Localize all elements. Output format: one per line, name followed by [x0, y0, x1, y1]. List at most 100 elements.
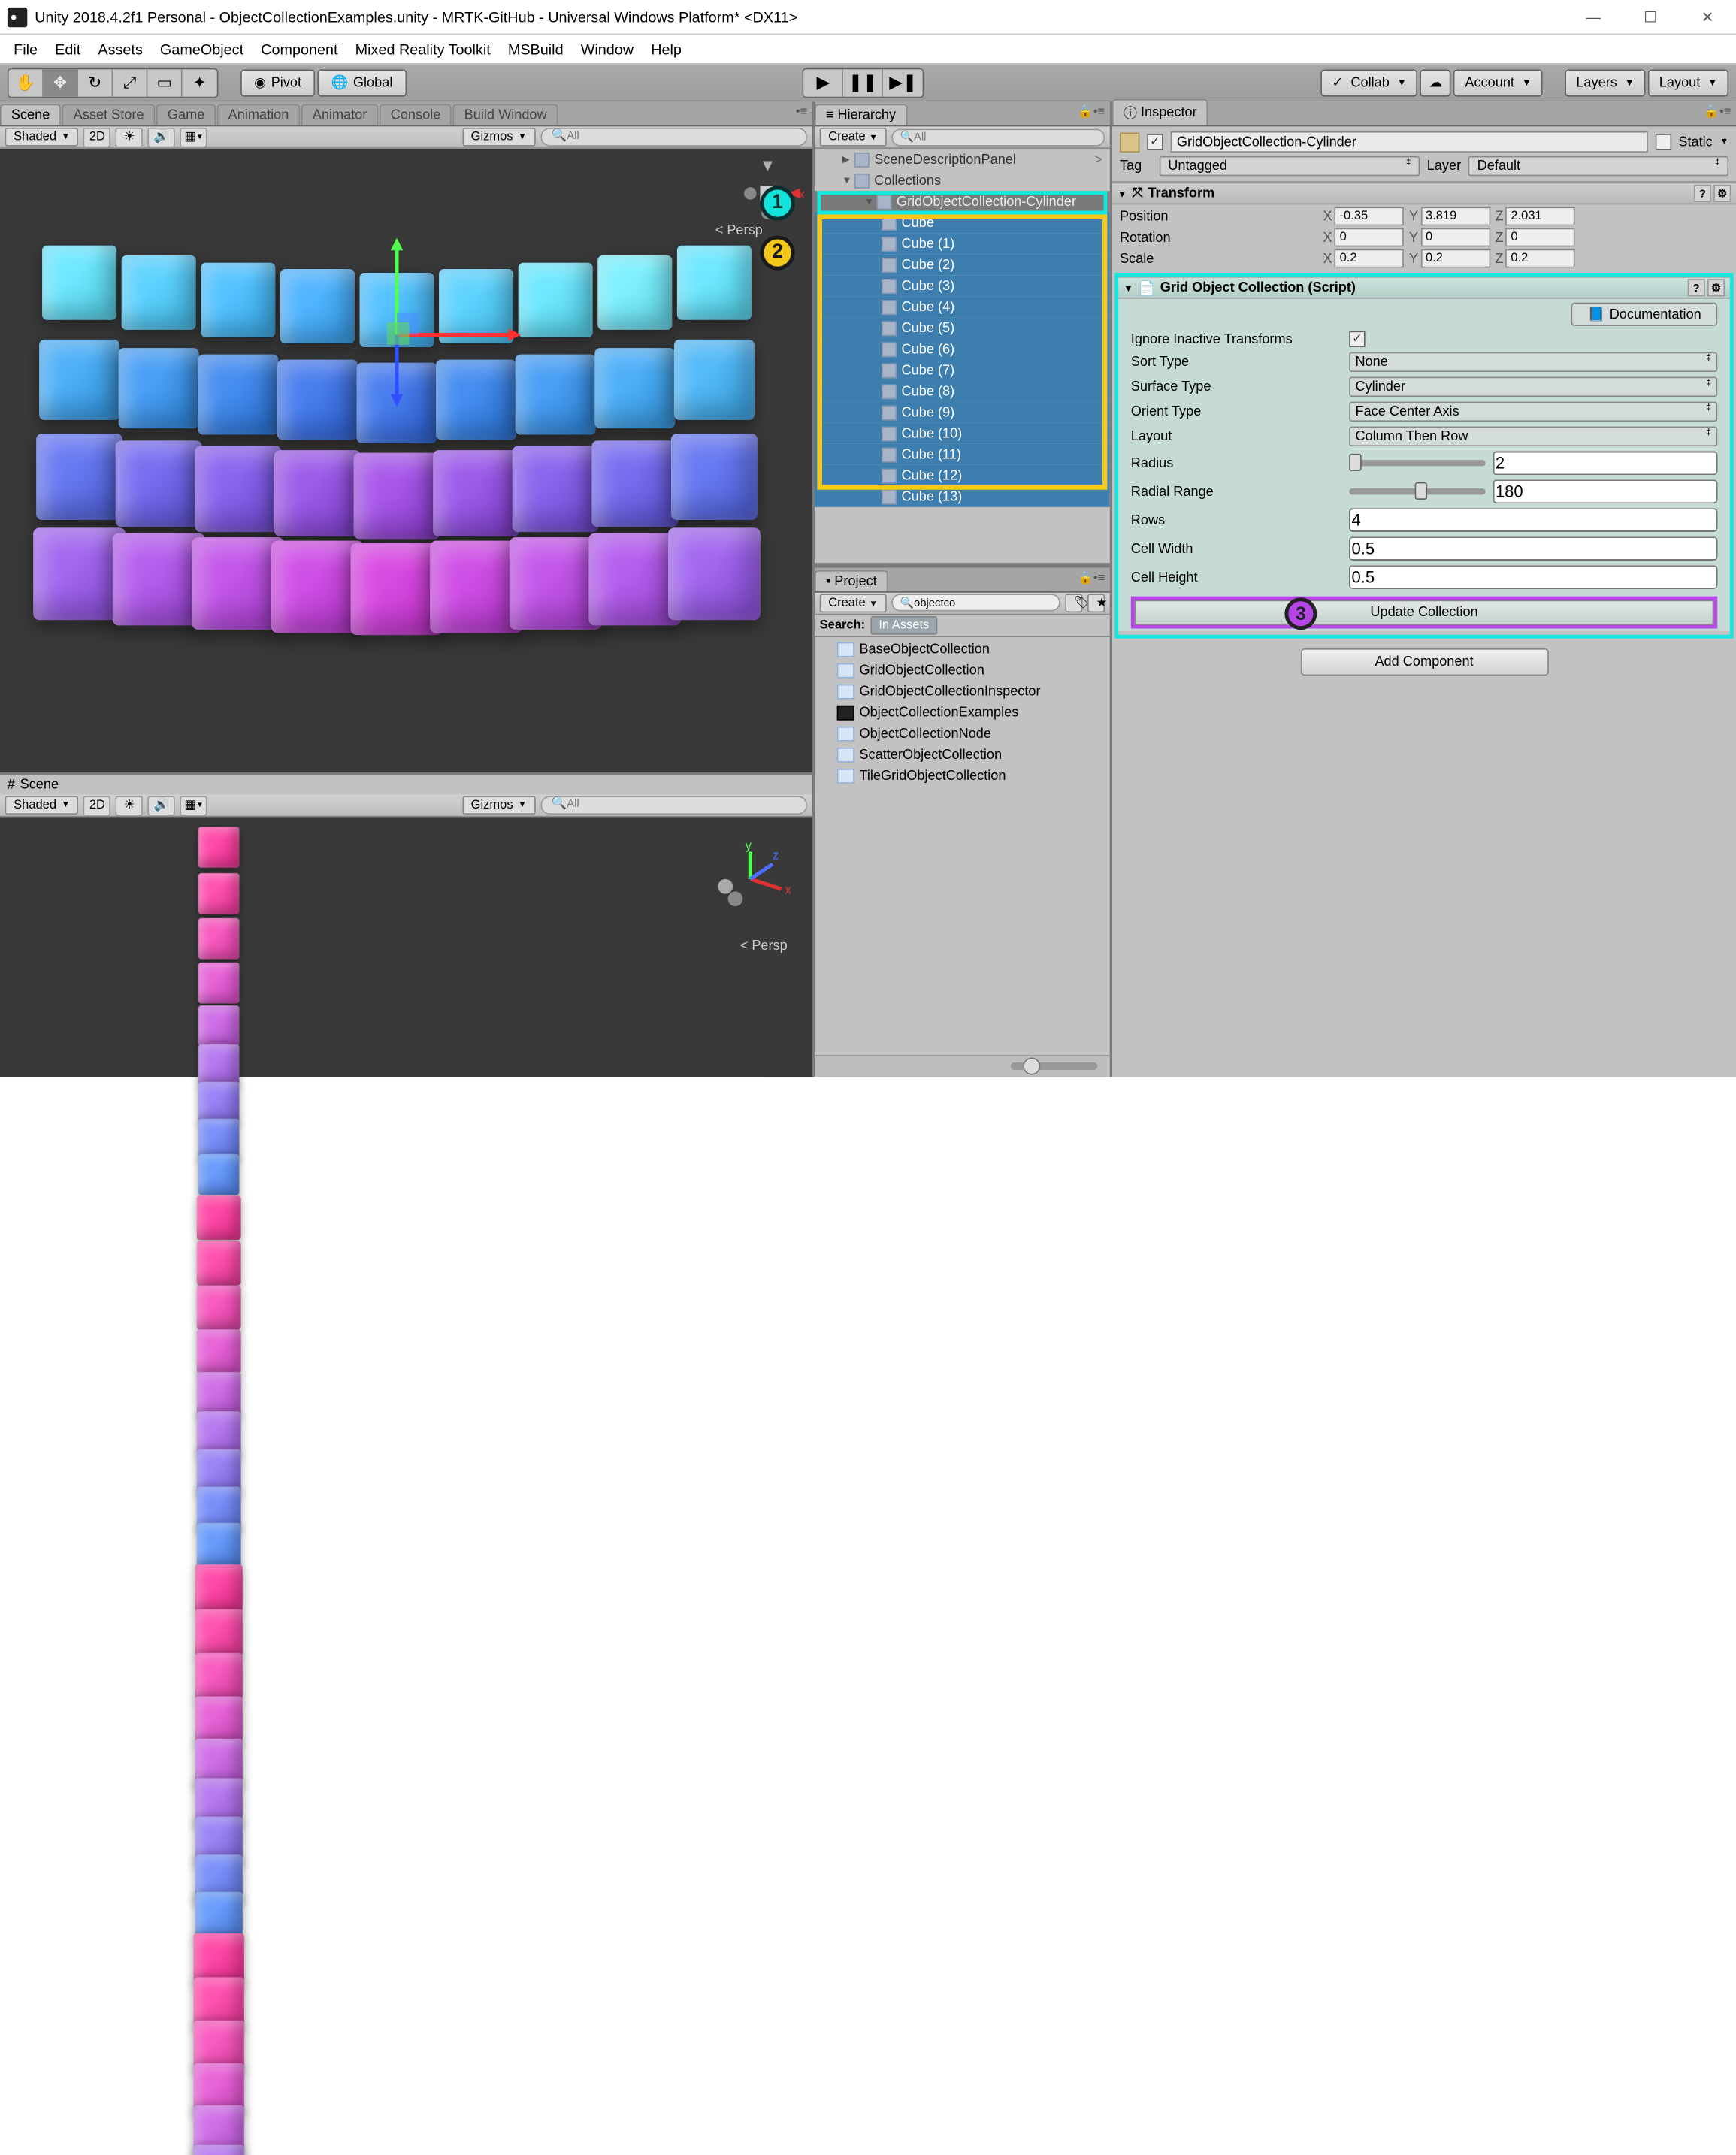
scene2-gizmo-icon[interactable]: x y z [713, 842, 800, 916]
cell-height-input[interactable] [1349, 565, 1717, 588]
global-toggle-button[interactable]: 🌐 Global [318, 69, 407, 96]
play-button[interactable]: ▶ [804, 69, 844, 96]
menu-assets[interactable]: Assets [89, 37, 152, 62]
collab-button[interactable]: ✓ Collab▼ [1320, 69, 1417, 96]
hierarchy-item[interactable]: Cube (1) [815, 233, 1110, 254]
hierarchy-item[interactable]: Cube (4) [815, 296, 1110, 317]
gameobject-active-checkbox[interactable]: ✓ [1147, 134, 1163, 150]
update-collection-button[interactable]: 3 Update Collection [1135, 600, 1714, 625]
layers-dropdown[interactable]: Layers▼ [1565, 69, 1645, 96]
hierarchy-item[interactable]: ▼Collections [815, 170, 1110, 191]
hierarchy-item[interactable]: Cube (6) [815, 338, 1110, 359]
window-maximize-button[interactable]: ☐ [1622, 0, 1679, 34]
menu-gameobject[interactable]: GameObject [151, 37, 252, 62]
scene2-search-input[interactable]: 🔍All [540, 796, 807, 815]
tab-game[interactable]: Game [156, 104, 216, 125]
scene2-shading-dropdown[interactable]: Shaded▼ [5, 796, 79, 815]
hierarchy-tree[interactable]: ▶SceneDescriptionPanel>▼Collections▼Grid… [815, 149, 1110, 562]
hierarchy-options-icon[interactable]: 🔒•≡ [1078, 105, 1105, 119]
menu-help[interactable]: Help [643, 37, 691, 62]
rotation-z-input[interactable] [1506, 228, 1575, 247]
project-item[interactable]: GridObjectCollection [822, 660, 1102, 682]
orient-type-dropdown[interactable]: Face Center Axis‡ [1349, 402, 1717, 422]
scene2-2d-button[interactable]: 2D [83, 795, 110, 815]
radius-slider[interactable] [1349, 460, 1486, 466]
scale-tool-button[interactable]: ⤢ [113, 69, 147, 96]
window-close-button[interactable]: ✕ [1679, 0, 1736, 34]
scale-z-input[interactable] [1506, 249, 1575, 268]
hierarchy-item[interactable]: Cube (8) [815, 381, 1110, 402]
position-z-input[interactable] [1506, 207, 1575, 226]
lighting-toggle-button[interactable]: ☀ [116, 127, 143, 147]
hierarchy-item[interactable]: Cube (11) [815, 444, 1110, 465]
static-checkbox[interactable] [1655, 134, 1671, 150]
menu-component[interactable]: Component [253, 37, 346, 62]
project-options-icon[interactable]: 🔒•≡ [1078, 571, 1105, 585]
gameobject-name-input[interactable] [1171, 131, 1648, 153]
scale-x-input[interactable] [1335, 249, 1404, 268]
scene2-audio-button[interactable]: 🔊 [148, 795, 175, 815]
rect-tool-button[interactable]: ▭ [147, 69, 182, 96]
documentation-button[interactable]: 📘 Documentation [1571, 303, 1717, 326]
add-component-button[interactable]: Add Component [1300, 648, 1548, 676]
position-x-input[interactable] [1335, 207, 1404, 226]
layout-dropdown-field[interactable]: Column Then Row‡ [1349, 427, 1717, 446]
inspector-options-icon[interactable]: 🔒•≡ [1704, 105, 1731, 119]
tab-scene[interactable]: Scene [0, 104, 61, 125]
goc-docs-icon[interactable]: ? [1688, 279, 1705, 296]
radial-slider[interactable] [1349, 488, 1486, 494]
scene-viewport[interactable]: x < Persp 1 2 [0, 149, 812, 772]
scene2-lighting-button[interactable]: ☀ [116, 795, 143, 815]
position-y-input[interactable] [1420, 207, 1490, 226]
account-dropdown[interactable]: Account▼ [1454, 69, 1543, 96]
project-item[interactable]: ObjectCollectionExamples [822, 703, 1102, 724]
project-zoom-slider[interactable] [1011, 1062, 1098, 1070]
component-settings-icon[interactable]: ⚙ [1713, 185, 1731, 202]
menu-file[interactable]: File [5, 37, 47, 62]
scene-search-input[interactable]: 🔍All [540, 128, 807, 147]
window-minimize-button[interactable]: — [1565, 0, 1622, 34]
tab-options-icon[interactable]: •≡ [796, 105, 807, 119]
tab-animation[interactable]: Animation [217, 104, 300, 125]
rows-input[interactable] [1349, 509, 1717, 532]
hierarchy-item[interactable]: ▶SceneDescriptionPanel> [815, 149, 1110, 170]
ignore-inactive-checkbox[interactable]: ✓ [1349, 331, 1365, 347]
pause-button[interactable]: ❚❚ [844, 69, 884, 96]
search-type-icon[interactable]: ★ [1087, 594, 1105, 612]
hierarchy-item[interactable]: Cube (12) [815, 465, 1110, 486]
goc-component-header[interactable]: ▼📄 Grid Object Collection (Script) ?⚙ [1118, 277, 1729, 299]
static-dropdown-icon[interactable]: ▼ [1720, 138, 1728, 147]
rotate-tool-button[interactable]: ↻ [78, 69, 113, 96]
tab-asset-store[interactable]: Asset Store [62, 104, 156, 125]
project-scope-button[interactable]: In Assets [870, 615, 938, 634]
tab-build-window[interactable]: Build Window [453, 104, 558, 125]
hierarchy-item[interactable]: Cube (9) [815, 402, 1110, 423]
audio-toggle-button[interactable]: 🔊 [148, 127, 175, 147]
hierarchy-item[interactable]: Cube (2) [815, 254, 1110, 275]
scene2-fx-button[interactable]: ▦▼ [180, 795, 207, 815]
hierarchy-item[interactable]: Cube (7) [815, 360, 1110, 381]
pivot-toggle-button[interactable]: ◉ Pivot [240, 69, 315, 96]
radial-input[interactable] [1493, 480, 1718, 503]
gizmos-dropdown[interactable]: Gizmos▼ [462, 128, 535, 147]
fx-toggle-button[interactable]: ▦▼ [180, 127, 207, 147]
project-tab[interactable]: ▪ Project [815, 570, 888, 591]
rotation-y-input[interactable] [1420, 228, 1490, 247]
move-tool-button[interactable]: ✥ [44, 69, 78, 96]
tag-dropdown[interactable]: Untagged‡ [1160, 156, 1420, 176]
project-item[interactable]: ScatterObjectCollection [822, 745, 1102, 766]
layout-dropdown[interactable]: Layout▼ [1648, 69, 1728, 96]
project-item[interactable]: TileGridObjectCollection [822, 766, 1102, 787]
hierarchy-item[interactable]: ▼GridObjectCollection-Cylinder [815, 191, 1110, 212]
transform-tool-button[interactable]: ✦ [183, 69, 217, 96]
hierarchy-tab[interactable]: ≡ Hierarchy [815, 104, 907, 125]
radius-input[interactable] [1493, 452, 1718, 475]
hierarchy-item[interactable]: Cube (3) [815, 275, 1110, 296]
scene2-viewport[interactable]: x y z < Persp [0, 817, 812, 1078]
sort-type-dropdown[interactable]: None‡ [1349, 352, 1717, 372]
rotation-x-input[interactable] [1335, 228, 1404, 247]
hierarchy-item[interactable]: Cube (5) [815, 317, 1110, 338]
tab-console[interactable]: Console [380, 104, 452, 125]
hand-tool-button[interactable]: ✋ [9, 69, 44, 96]
surface-type-dropdown[interactable]: Cylinder‡ [1349, 377, 1717, 397]
